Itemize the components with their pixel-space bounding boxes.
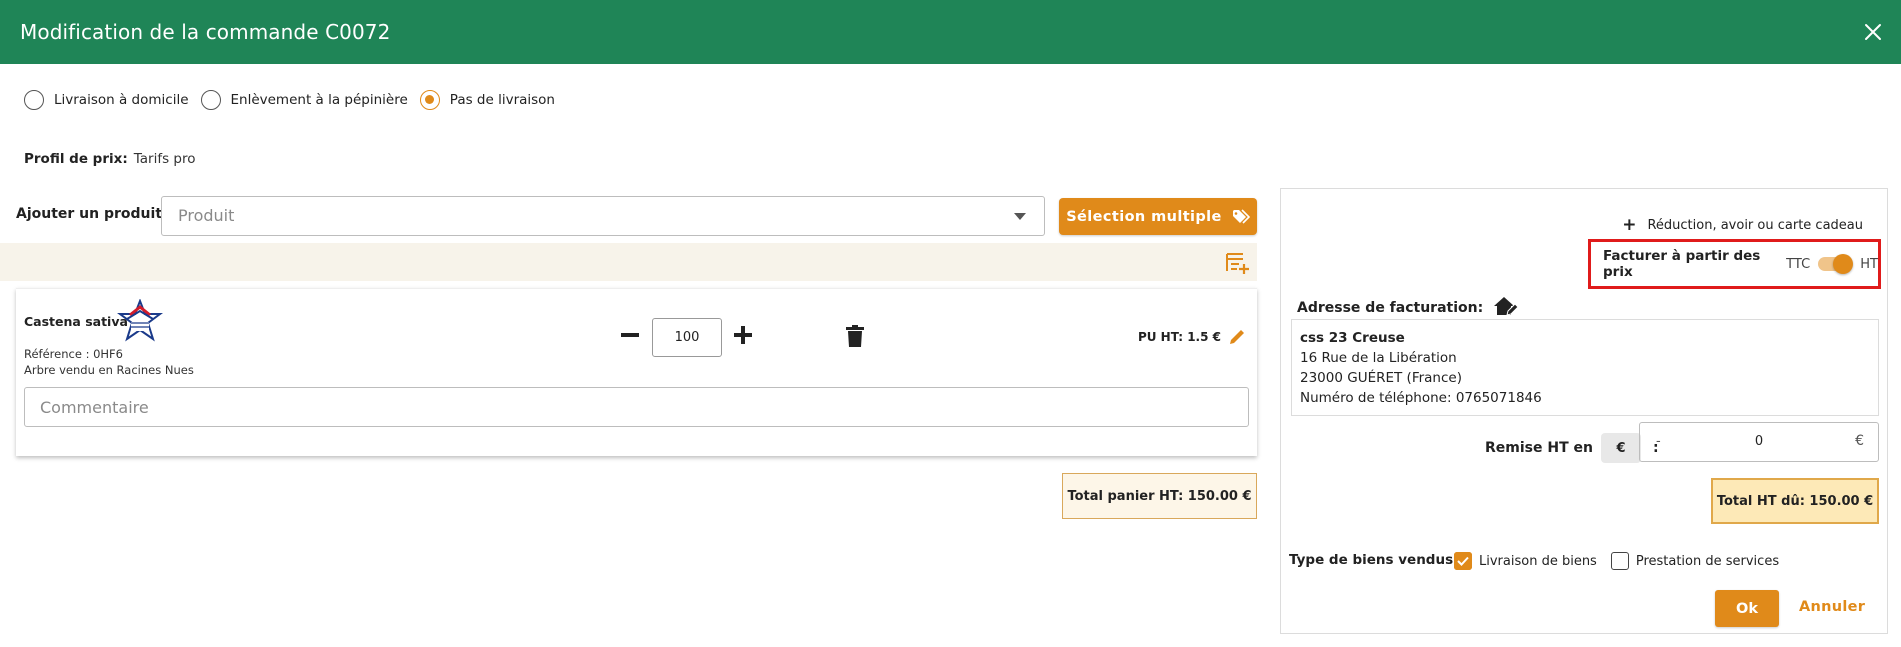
price-profile-value: Tarifs pro xyxy=(133,151,196,167)
checkbox-unchecked-icon xyxy=(1610,552,1629,570)
discount-value: 0 xyxy=(1754,434,1764,449)
increase-quantity-button[interactable] xyxy=(732,324,754,346)
billing-panel: + Réduction, avoir ou carte cadeau Factu… xyxy=(1280,188,1888,634)
goods-type-label: Type de biens vendus : xyxy=(1289,552,1464,568)
checkbox-label: Livraison de biens xyxy=(1479,553,1597,569)
radio-label: Pas de livraison xyxy=(449,92,555,108)
radio-circle-icon xyxy=(24,90,44,110)
decrease-quantity-button[interactable] xyxy=(620,325,640,345)
chevron-down-icon xyxy=(1014,213,1026,220)
billing-address-heading: Adresse de facturation: xyxy=(1297,295,1519,321)
add-product-label: Ajouter un produit : xyxy=(16,206,173,222)
close-icon[interactable] xyxy=(1859,18,1887,46)
checkbox-label: Prestation de services xyxy=(1635,553,1780,569)
dialog-title: Modification de la commande C0072 xyxy=(20,20,391,44)
checkbox-checked-icon xyxy=(1453,551,1472,570)
add-discount-link[interactable]: + Réduction, avoir ou carte cadeau xyxy=(1622,215,1863,235)
plus-icon: + xyxy=(1622,215,1637,235)
radio-circle-icon xyxy=(200,90,221,110)
checkbox-prestation-services[interactable]: Prestation de services xyxy=(1610,552,1780,570)
billing-address: css 23 Creuse 16 Rue de la Libération 23… xyxy=(1291,319,1879,416)
price-profile: Profil de prix: Tarifs pro xyxy=(24,151,196,167)
add-discount-label: Réduction, avoir ou carte cadeau xyxy=(1647,217,1863,233)
radio-checked-icon xyxy=(419,90,440,110)
ttc-label: TTC xyxy=(1786,256,1811,272)
product-reference: Référence : 0HF6 xyxy=(24,347,123,361)
quantity-input[interactable] xyxy=(652,318,722,357)
product-row: Castena sativa Référence : 0HF6 Arbre ve… xyxy=(16,288,1257,456)
product-select[interactable]: Produit xyxy=(161,196,1045,236)
address-street: 16 Rue de la Libération xyxy=(1300,350,1457,366)
trash-icon xyxy=(846,325,864,347)
billing-address-label: Adresse de facturation: xyxy=(1297,300,1484,316)
address-phone: Numéro de téléphone: 0765071846 xyxy=(1300,390,1542,406)
discount-input[interactable]: - 0 € xyxy=(1639,422,1879,462)
price-profile-label: Profil de prix: xyxy=(24,151,128,167)
product-name: Castena sativa xyxy=(24,314,128,329)
minus-icon xyxy=(621,333,639,337)
comment-input[interactable] xyxy=(24,387,1249,427)
fleurs-de-france-logo xyxy=(117,298,163,347)
ht-label: HT xyxy=(1860,256,1878,272)
price-basis-label: Facturer à partir des prix xyxy=(1603,248,1761,280)
tags-icon xyxy=(1232,208,1250,224)
cancel-button[interactable]: Annuler xyxy=(1799,599,1865,615)
edit-price-button[interactable] xyxy=(1227,327,1247,347)
delivery-options: Livraison à domicile Enlèvement à la pép… xyxy=(24,88,567,112)
plus-icon xyxy=(734,326,752,344)
discount-currency: € xyxy=(1855,433,1864,449)
radio-label: Enlèvement à la pépinière xyxy=(230,92,408,108)
product-select-placeholder: Produit xyxy=(178,206,235,225)
product-type: Arbre vendu en Racines Nues xyxy=(24,363,194,377)
price-basis-toggle-group: Facturer à partir des prix TTC HT xyxy=(1588,239,1881,289)
discount-row: Remise HT en € : xyxy=(1485,433,1659,463)
pencil-icon xyxy=(1230,330,1244,344)
radio-label: Livraison à domicile xyxy=(54,92,189,108)
edit-address-icon[interactable] xyxy=(1493,295,1519,321)
ok-button[interactable]: Ok xyxy=(1715,590,1779,627)
multi-select-button[interactable]: Sélection multiple xyxy=(1059,198,1257,235)
ttc-ht-toggle[interactable] xyxy=(1818,254,1854,274)
discount-unit-selector[interactable]: € xyxy=(1600,433,1641,463)
total-due: Total HT dû: 150.00 € xyxy=(1711,478,1879,524)
cart-total: Total panier HT: 150.00 € xyxy=(1062,473,1257,519)
dialog-header: Modification de la commande C0072 xyxy=(0,0,1901,64)
goods-type-options: Livraison de biens Prestation de service… xyxy=(1453,551,1793,570)
radio-livraison-domicile[interactable]: Livraison à domicile xyxy=(24,90,189,110)
toggle-knob xyxy=(1833,254,1854,274)
delete-product-button[interactable] xyxy=(844,324,866,348)
discount-label: Remise HT en xyxy=(1485,440,1593,456)
multi-select-label: Sélection multiple xyxy=(1066,208,1222,225)
radio-enlevement-pepiniere[interactable]: Enlèvement à la pépinière xyxy=(200,90,408,110)
checkbox-livraison-biens[interactable]: Livraison de biens xyxy=(1453,551,1597,570)
address-name: css 23 Creuse xyxy=(1300,330,1405,346)
list-add-icon[interactable] xyxy=(1225,251,1251,279)
address-city: 23000 GUÉRET (France) xyxy=(1300,370,1462,386)
unit-price: PU HT: 1.5 € xyxy=(1137,330,1221,344)
product-list-toolbar xyxy=(0,243,1257,281)
radio-pas-de-livraison[interactable]: Pas de livraison xyxy=(419,90,555,110)
